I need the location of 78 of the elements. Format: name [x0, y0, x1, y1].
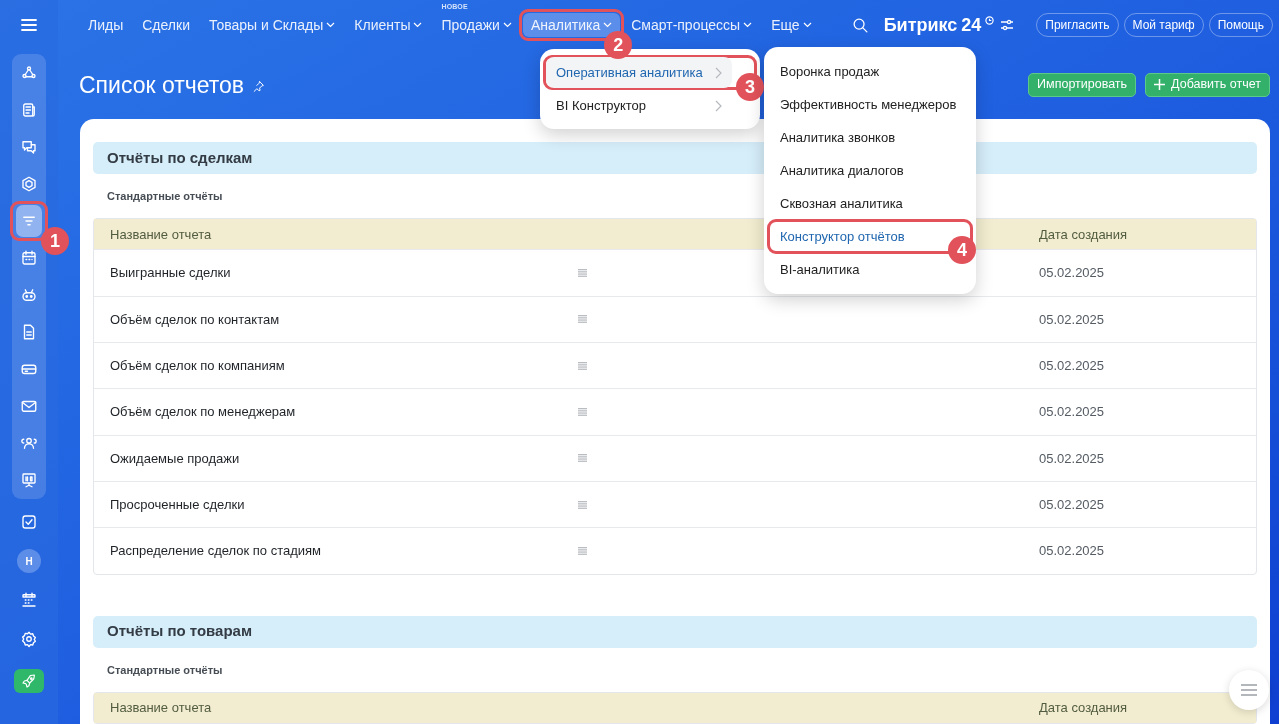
avatar-button[interactable]: Н	[17, 549, 41, 573]
chevron-down-icon	[802, 22, 812, 29]
rocket-button[interactable]	[14, 669, 44, 693]
schedule-icon	[20, 591, 38, 609]
list-icon	[578, 407, 587, 416]
chevron-right-icon	[715, 99, 722, 112]
chevron-down-icon	[603, 22, 613, 29]
list-icon	[578, 269, 587, 278]
column-header: Дата создания	[1039, 699, 1129, 718]
menu-item[interactable]: Оперативная аналитика	[546, 57, 732, 88]
sliders-icon[interactable]	[1000, 19, 1015, 32]
logo-text: Битрикс	[883, 13, 958, 37]
table-cell-text: 05.02.2025	[1039, 495, 1106, 514]
table-cell-text: Объём сделок по компаниям	[110, 356, 286, 375]
nav-tab[interactable]: Еще	[763, 13, 820, 38]
robot-icon	[20, 286, 38, 304]
chevron-down-icon	[413, 22, 423, 29]
section-subtitle: Стандартные отчёты	[107, 662, 223, 678]
presentation-board-icon	[20, 471, 38, 489]
list-icon	[578, 546, 587, 555]
chat-icon	[20, 138, 38, 156]
step-badge: 2	[604, 31, 633, 60]
chevron-right-icon	[715, 66, 722, 79]
nav-tab[interactable]: Товары и Склады	[200, 13, 344, 38]
list-icon	[578, 315, 587, 324]
section-header: Отчёты по товарам	[93, 615, 1257, 648]
menu-item[interactable]: Эффективность менеджеров	[770, 89, 967, 120]
chevron-down-icon	[326, 22, 336, 29]
section-subtitle: Стандартные отчёты	[107, 188, 223, 204]
step-badge: 3	[736, 73, 764, 101]
table-cell-text: Выигранные сделки	[110, 264, 232, 283]
logo-number: 24	[961, 13, 982, 37]
chevron-down-icon	[502, 22, 512, 29]
menu-item[interactable]: BI-аналитика	[770, 254, 870, 285]
step-badge: 4	[948, 236, 976, 264]
nav-tab[interactable]: Клиенты	[346, 13, 431, 38]
action-button[interactable]: Импортировать	[1028, 72, 1137, 97]
menu-item[interactable]: Сквозная аналитика	[770, 188, 913, 219]
calendar-icon	[20, 249, 38, 267]
chevron-down-icon	[743, 22, 753, 29]
table-cell-text: 05.02.2025	[1039, 449, 1106, 468]
lines-icon	[1241, 684, 1257, 696]
menu-item[interactable]: Воронка продаж	[770, 56, 890, 87]
column-header: Название отчета	[110, 225, 212, 244]
sidebar-item[interactable]	[16, 205, 42, 237]
nav-tab[interactable]: Продажи	[433, 13, 520, 38]
pin-icon[interactable]	[252, 80, 266, 94]
plus-icon	[1154, 79, 1166, 91]
table-cell-text: 05.02.2025	[1039, 403, 1106, 422]
menu-item[interactable]: BI Конструктор	[546, 90, 732, 121]
column-header: Название отчета	[110, 699, 212, 718]
nav-tab[interactable]: Лиды	[80, 13, 132, 38]
table-cell-text: Объём сделок по менеджерам	[110, 403, 297, 422]
hexagon-icon	[20, 175, 38, 193]
newspaper-icon	[20, 101, 38, 119]
table-cell-text: Просроченные сделки	[110, 495, 246, 514]
table-cell-text: Объём сделок по контактам	[110, 310, 281, 329]
nav-tab[interactable]: Сделки	[134, 13, 198, 38]
table-cell-text: 05.02.2025	[1039, 264, 1106, 283]
page-title: Список отчетов	[79, 70, 245, 100]
list-icon	[578, 454, 587, 463]
settings-icon	[20, 630, 38, 648]
table-cell-text: Ожидаемые продажи	[110, 449, 241, 468]
step-badge: 1	[41, 227, 69, 255]
menu-item[interactable]: Конструктор отчётов	[770, 221, 915, 252]
table-cell-text: 05.02.2025	[1039, 310, 1106, 329]
action-button[interactable]: Добавить отчет	[1145, 72, 1270, 97]
column-header: Дата создания	[1039, 225, 1129, 244]
list-icon	[578, 500, 587, 509]
nav-tab[interactable]: Аналитика	[522, 13, 621, 38]
checkbox-icon	[20, 513, 38, 531]
table-cell-text: 05.02.2025	[1039, 542, 1106, 561]
list-icon	[578, 361, 587, 370]
clock-icon	[985, 15, 995, 25]
table-cell-text: 05.02.2025	[1039, 356, 1106, 375]
rocket-icon	[21, 673, 37, 689]
menu-icon	[20, 18, 38, 32]
table-cell-text: Распределение сделок по стадиям	[110, 542, 323, 561]
